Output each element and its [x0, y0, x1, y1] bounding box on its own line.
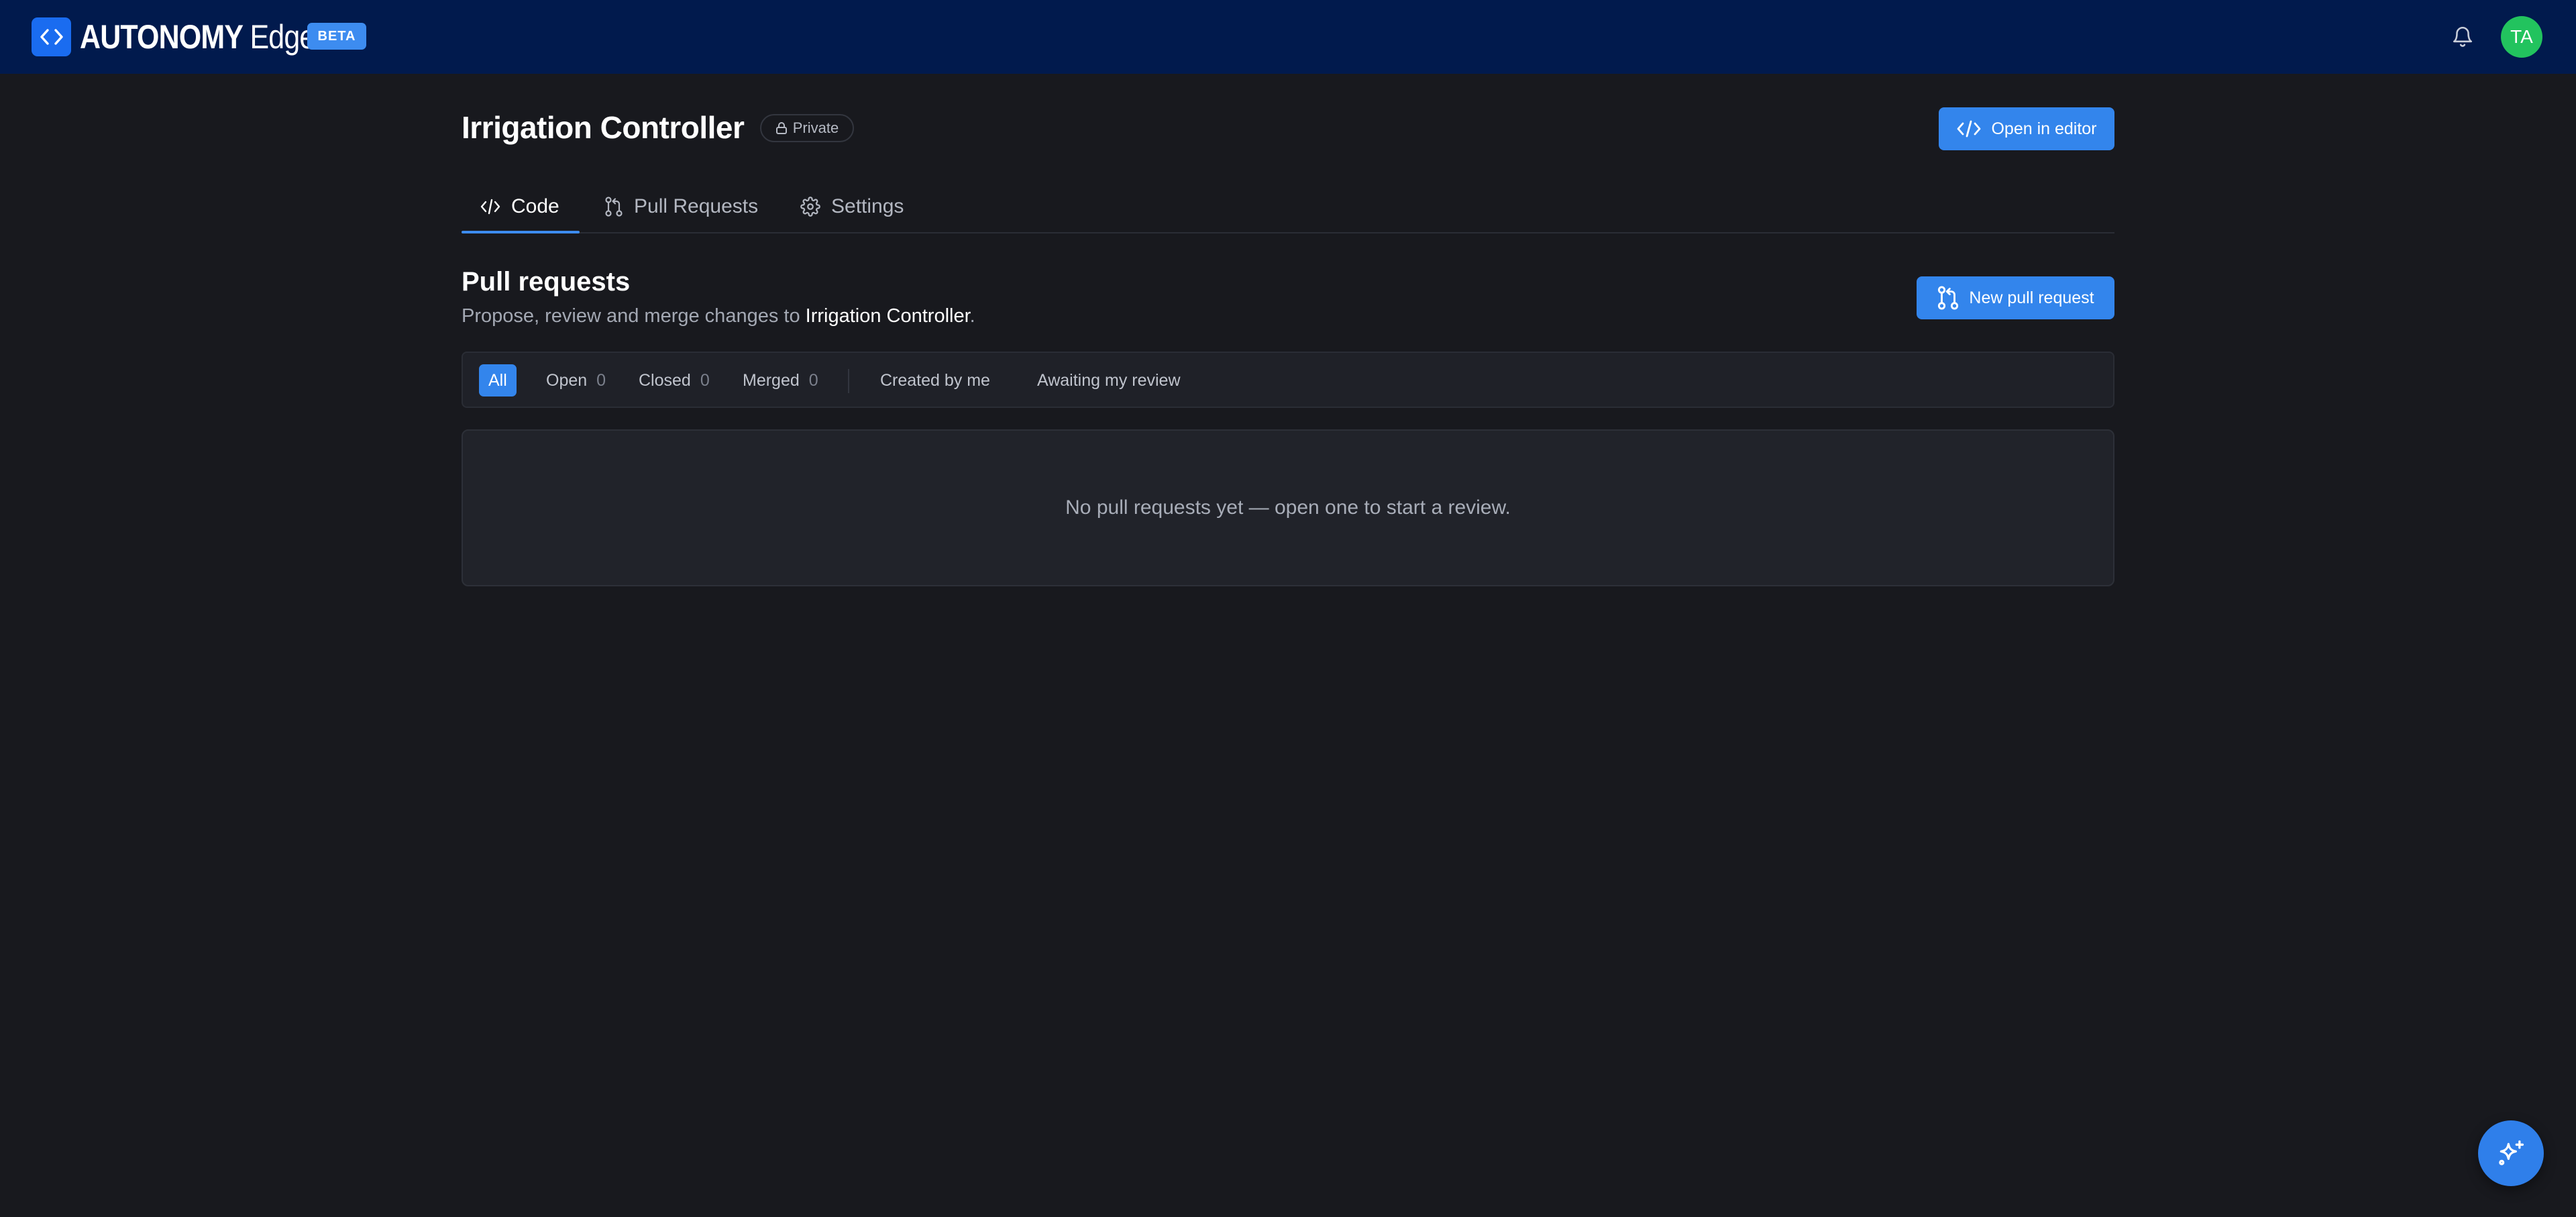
filter-label: Open — [546, 370, 588, 390]
open-in-editor-button[interactable]: Open in editor — [1939, 107, 2114, 150]
tab-label: Code — [511, 195, 559, 217]
code-icon — [480, 199, 500, 215]
filter-label: Awaiting my review — [1037, 370, 1181, 390]
filter-created-by-me[interactable]: Created by me — [871, 364, 1000, 396]
assistant-fab-button[interactable] — [2478, 1120, 2544, 1186]
brand-name: AUTONOMY Edge — [80, 17, 315, 56]
open-in-editor-label: Open in editor — [1991, 119, 2097, 138]
filter-count: 0 — [700, 370, 710, 390]
new-pull-request-button[interactable]: New pull request — [1917, 276, 2114, 319]
gear-icon — [800, 197, 820, 217]
bell-icon — [2451, 23, 2474, 49]
top-navigation-bar: AUTONOMY Edge BETA TA — [0, 0, 2576, 74]
empty-state-panel: No pull requests yet — open one to start… — [462, 429, 2114, 586]
code-brackets-icon — [32, 17, 71, 56]
new-pull-request-label: New pull request — [1969, 288, 2094, 307]
lock-icon — [775, 121, 788, 135]
brand-name-strong: AUTONOMY — [80, 18, 244, 56]
notifications-button[interactable] — [2449, 21, 2477, 51]
filter-label: All — [488, 370, 507, 390]
visibility-label: Private — [792, 119, 839, 136]
empty-state-message: No pull requests yet — open one to start… — [1065, 496, 1511, 519]
filter-open[interactable]: Open 0 — [537, 364, 615, 396]
filter-count: 0 — [808, 370, 818, 390]
filter-merged[interactable]: Merged 0 — [733, 364, 828, 396]
repository-title: Irrigation Controller — [462, 110, 745, 145]
filter-awaiting-my-review[interactable]: Awaiting my review — [1028, 364, 1190, 396]
code-icon — [1956, 119, 1982, 138]
tab-label: Pull Requests — [634, 195, 759, 217]
filter-label: Merged — [743, 370, 800, 390]
user-avatar[interactable]: TA — [2501, 16, 2542, 58]
description-prefix: Propose, review and merge changes to — [462, 305, 806, 327]
section-title: Pull requests — [462, 267, 631, 297]
description-suffix: . — [969, 305, 975, 327]
filter-label: Created by me — [880, 370, 990, 390]
beta-badge: BETA — [307, 23, 366, 50]
brand-logo[interactable]: AUTONOMY Edge — [32, 17, 354, 56]
sparkles-icon — [2496, 1139, 2526, 1168]
active-tab-indicator — [462, 231, 580, 233]
filter-divider — [848, 369, 849, 393]
filter-label: Closed — [639, 370, 691, 390]
filter-all[interactable]: All — [479, 364, 517, 396]
tab-settings[interactable]: Settings — [800, 180, 904, 233]
tab-code[interactable]: Code — [480, 180, 559, 233]
section-description: Propose, review and merge changes to Irr… — [462, 305, 975, 327]
description-repo-name: Irrigation Controller — [805, 305, 970, 327]
tab-pull-requests[interactable]: Pull Requests — [604, 180, 758, 233]
visibility-badge: Private — [760, 114, 854, 142]
git-pull-request-icon — [604, 196, 623, 217]
filter-count: 0 — [596, 370, 606, 390]
repository-tabs: Code Pull Requests Settings — [462, 180, 2114, 233]
pull-request-filter-bar: All Open 0 Closed 0 Merged 0 Created by … — [462, 352, 2114, 408]
git-pull-request-icon — [1937, 285, 1960, 311]
tab-label: Settings — [831, 195, 904, 217]
filter-closed[interactable]: Closed 0 — [629, 364, 719, 396]
brand-name-light: Edge — [250, 18, 315, 56]
